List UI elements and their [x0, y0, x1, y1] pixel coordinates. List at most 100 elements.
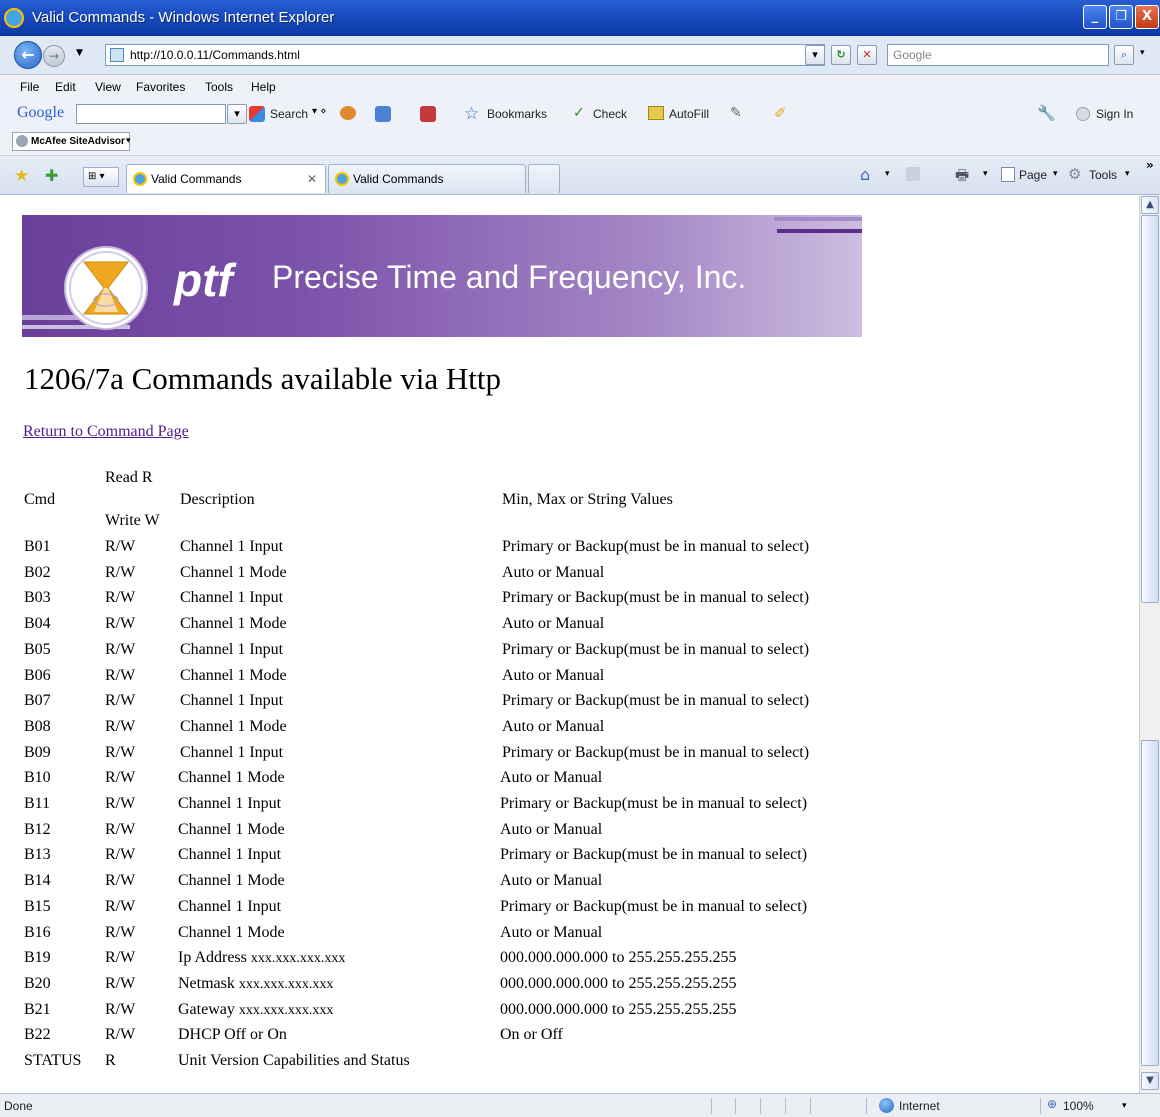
search-icon[interactable]: ⌕: [1114, 45, 1134, 65]
description-cell: Channel 1 Mode: [178, 924, 285, 941]
google-search-dropdown-icon[interactable]: ▾: [227, 104, 247, 124]
page-icon: [110, 48, 124, 62]
cmd-cell: B04: [24, 615, 51, 632]
cmd-cell: B02: [24, 564, 51, 581]
tools-menu-button[interactable]: Tools: [1089, 168, 1117, 182]
minimize-button[interactable]: _: [1083, 5, 1107, 29]
description-cell: Ip Address xxx.xxx.xxx.xxx: [178, 949, 346, 966]
search-input[interactable]: Google: [887, 44, 1109, 66]
ie-page-icon: [133, 172, 147, 186]
values-cell: Primary or Backup(must be in manual to s…: [502, 641, 810, 658]
refresh-icon[interactable]: ↻: [831, 45, 851, 65]
description-cell: Channel 1 Mode: [180, 615, 287, 632]
description-cell: Gateway xxx.xxx.xxx.xxx: [178, 1001, 334, 1018]
description-cell: Channel 1 Input: [180, 538, 284, 555]
autofill-button[interactable]: AutoFill: [669, 107, 709, 121]
feeds-icon[interactable]: [906, 167, 920, 181]
description-cell: Channel 1 Input: [178, 898, 282, 915]
address-dropdown-icon[interactable]: ▾: [805, 45, 825, 65]
print-icon[interactable]: 🖶: [955, 165, 969, 190]
home-dropdown-icon[interactable]: ▾: [885, 169, 890, 179]
new-tab-button[interactable]: [528, 164, 560, 193]
divider: [785, 1098, 786, 1114]
menu-favorites[interactable]: Favorites: [136, 80, 185, 94]
cmd-cell: B03: [24, 589, 51, 606]
close-button[interactable]: X: [1135, 5, 1159, 29]
mcafee-siteadvisor-button[interactable]: McAfee SiteAdvisor: [12, 132, 130, 151]
popup-icon[interactable]: [420, 106, 436, 122]
window-title: Valid Commands - Windows Internet Explor…: [32, 9, 335, 26]
highlighter-icon[interactable]: ✎: [730, 105, 742, 121]
close-tab-icon[interactable]: ✕: [307, 172, 317, 186]
status-bar: Done Internet ⊕ 100% ▾: [0, 1093, 1160, 1117]
scroll-thumb-lower[interactable]: [1141, 740, 1159, 1066]
return-to-command-page-link[interactable]: Return to Command Page: [23, 423, 189, 441]
google-search-button[interactable]: Search: [270, 107, 308, 121]
status-text: Done: [4, 1099, 33, 1113]
menu-bar: File Edit View Favorites Tools Help: [0, 75, 1160, 99]
vertical-scrollbar[interactable]: ▲ ▼: [1139, 195, 1160, 1093]
ie-page-icon: [335, 172, 349, 186]
scroll-thumb[interactable]: [1141, 215, 1159, 603]
zoom-icon: ⊕: [1047, 1097, 1058, 1111]
hourglass-icon: [69, 251, 143, 325]
maximize-button[interactable]: ❐: [1109, 5, 1133, 29]
cmd-cell: B19: [24, 949, 51, 966]
tab-valid-commands-1[interactable]: Valid Commands ✕: [126, 164, 326, 193]
scroll-up-icon[interactable]: ▲: [1141, 196, 1159, 214]
cmd-cell: B01: [24, 538, 51, 555]
stop-icon[interactable]: ✕: [857, 45, 877, 65]
puzzle-icon[interactable]: [375, 106, 391, 122]
values-cell: 000.000.000.000 to 255.255.255.255: [500, 975, 737, 992]
values-cell: Auto or Manual: [502, 564, 605, 581]
home-icon[interactable]: ⌂: [860, 165, 870, 184]
values-cell: Primary or Backup(must be in manual to s…: [500, 898, 808, 915]
zoom-dropdown-icon[interactable]: ▾: [1122, 1101, 1127, 1111]
check-button[interactable]: Check: [593, 107, 627, 121]
pencil-icon[interactable]: ✐: [774, 104, 787, 122]
chevron-more-icon[interactable]: »: [1146, 158, 1154, 172]
wrench-icon[interactable]: 🔧: [1037, 104, 1056, 122]
page-dropdown-icon[interactable]: ▾: [1053, 169, 1058, 179]
bookmarks-button[interactable]: Bookmarks: [487, 107, 547, 121]
sign-in-button[interactable]: Sign In: [1096, 107, 1133, 121]
hourglass-logo: [64, 246, 148, 330]
rw-cell: R: [105, 1052, 116, 1069]
internet-globe-icon: [879, 1098, 894, 1113]
address-input[interactable]: http://10.0.0.11/Commands.html: [105, 44, 825, 66]
menu-file[interactable]: File: [20, 80, 39, 94]
favorites-star-icon[interactable]: ★: [14, 166, 29, 186]
menu-view[interactable]: View: [95, 80, 121, 94]
cmd-cell: B05: [24, 641, 51, 658]
menu-edit[interactable]: Edit: [55, 80, 76, 94]
values-cell: Auto or Manual: [500, 769, 603, 786]
search-options-arrow-icon[interactable]: ▾ ⋄: [312, 106, 326, 117]
search-options-icon[interactable]: ▾: [1140, 48, 1145, 58]
rw-cell: R/W: [105, 589, 136, 606]
zoom-level[interactable]: 100%: [1063, 1099, 1094, 1113]
google-toolbar: Google ▾ Search ▾ ⋄ ☆ Bookmarks ✓ Check …: [0, 99, 1160, 129]
page-menu-button[interactable]: Page: [1019, 168, 1047, 182]
tools-dropdown-icon[interactable]: ▾: [1125, 169, 1130, 179]
rw-cell: R/W: [105, 667, 136, 684]
description-cell: Channel 1 Input: [180, 589, 284, 606]
quick-tabs-icon[interactable]: ⊞ ▾: [83, 167, 119, 187]
mcafee-toolbar: McAfee SiteAdvisor ▾: [0, 129, 1160, 156]
add-favorites-icon[interactable]: ✚: [45, 166, 58, 185]
menu-help[interactable]: Help: [251, 80, 276, 94]
print-dropdown-icon[interactable]: ▾: [983, 169, 988, 179]
scroll-down-icon[interactable]: ▼: [1141, 1072, 1159, 1090]
popup-blocker-icon[interactable]: [340, 106, 356, 120]
divider: [810, 1098, 811, 1114]
spellcheck-icon: ✓: [573, 105, 585, 121]
back-button[interactable]: ←: [14, 41, 42, 69]
menu-tools[interactable]: Tools: [205, 80, 233, 94]
description-cell: Channel 1 Mode: [180, 564, 287, 581]
mcafee-dropdown-icon[interactable]: ▾: [126, 136, 131, 146]
rw-cell: R/W: [105, 898, 136, 915]
forward-button[interactable]: →: [43, 45, 65, 67]
google-search-input[interactable]: [76, 104, 226, 124]
tab-valid-commands-2[interactable]: Valid Commands: [328, 164, 526, 193]
recent-pages-dropdown-icon[interactable]: ▼: [76, 48, 83, 58]
banner-stripe: [777, 229, 862, 233]
